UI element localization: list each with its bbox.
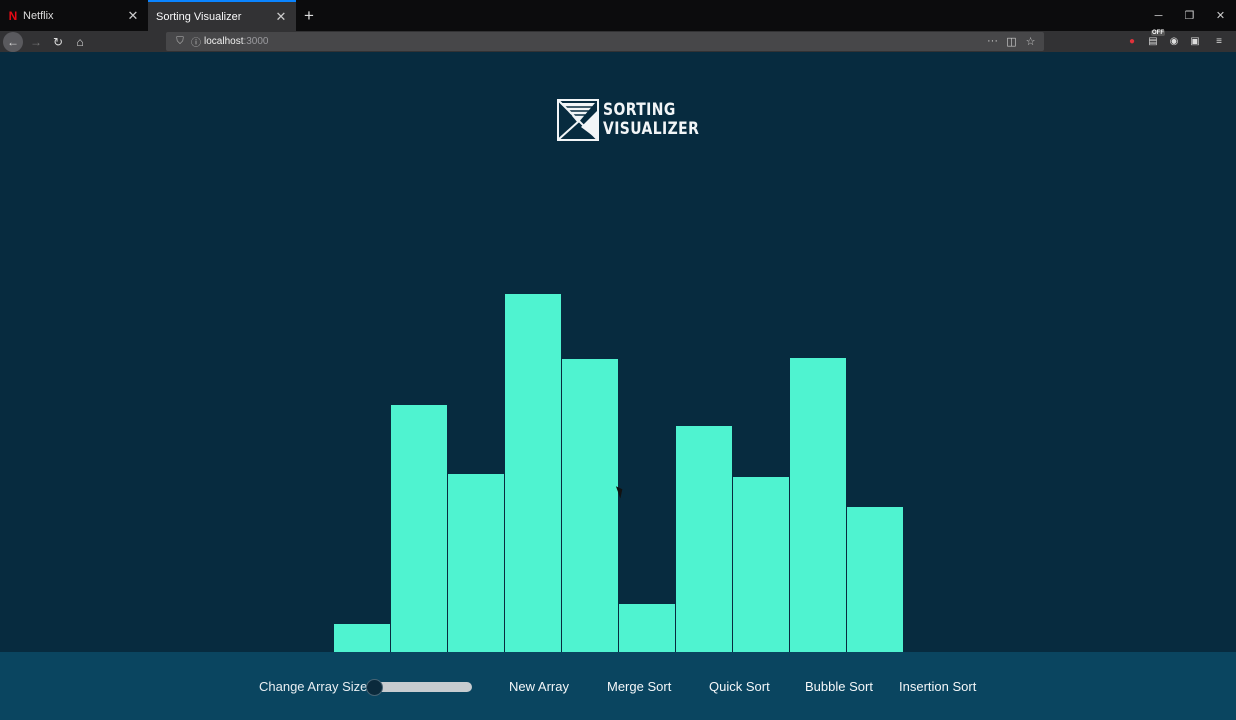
netflix-favicon-icon: N: [8, 8, 18, 23]
array-size-label: Change Array Size:: [259, 679, 372, 694]
close-tab-icon[interactable]: ✕: [274, 9, 288, 25]
quick-sort-button[interactable]: Quick Sort: [709, 679, 770, 694]
array-bar: [448, 474, 504, 652]
merge-sort-button[interactable]: Merge Sort: [607, 679, 671, 694]
array-bar: [790, 358, 846, 652]
tab-title: Netflix: [23, 9, 54, 22]
array-bar: [505, 294, 561, 652]
insertion-sort-button[interactable]: Insertion Sort: [899, 679, 976, 694]
account-icon[interactable]: ◉: [1166, 34, 1182, 50]
array-bar: [391, 405, 447, 652]
restore-icon[interactable]: ❐: [1174, 0, 1205, 31]
array-bar: [733, 477, 789, 652]
new-tab-icon[interactable]: +: [296, 0, 322, 31]
minimize-icon[interactable]: ─: [1143, 0, 1174, 31]
close-window-icon[interactable]: ✕: [1205, 0, 1236, 31]
array-bars: [0, 52, 1236, 652]
array-size-slider[interactable]: [366, 679, 472, 696]
bookmark-star-icon[interactable]: ☆: [1023, 35, 1038, 48]
tab-title: Sorting Visualizer: [156, 10, 242, 23]
pocket-icon[interactable]: ◫: [1004, 35, 1019, 48]
extension-basket-icon[interactable]: ▤ OFF: [1145, 29, 1165, 50]
info-icon[interactable]: ⓘ: [188, 34, 204, 49]
tab-sorting-visualizer[interactable]: Sorting Visualizer ✕: [148, 0, 296, 31]
tab-netflix[interactable]: N Netflix ✕: [0, 0, 148, 31]
controls-bar: Change Array Size: New Array Merge Sort …: [0, 652, 1236, 720]
array-bar: [334, 624, 390, 652]
page-content: SORTING VISUALIZER Change Array Size: Ne…: [0, 52, 1236, 720]
array-bar: [619, 604, 675, 652]
slider-track[interactable]: [372, 682, 472, 692]
url-host: localhost: [204, 36, 244, 47]
page-actions-icon[interactable]: ···: [985, 35, 1000, 48]
url-bar[interactable]: ⛉ ⓘ localhost:3000 ··· ◫ ☆: [166, 32, 1044, 51]
new-array-button[interactable]: New Array: [509, 679, 569, 694]
close-tab-icon[interactable]: ✕: [126, 8, 140, 24]
array-bar: [676, 426, 732, 652]
home-icon[interactable]: ⌂: [69, 32, 91, 51]
toolbar-extensions: ● ▤ OFF ◉ ▣ ≡: [1124, 29, 1236, 52]
array-bar: [847, 507, 903, 652]
url-port: :3000: [243, 36, 269, 47]
navigation-bar: ← → ↻ ⌂ ⛉ ⓘ localhost:3000 ··· ◫ ☆ ● ▤ OF…: [0, 29, 1236, 52]
tab-bar: N Netflix ✕ Sorting Visualizer ✕ + ─ ❐ ✕: [0, 0, 1236, 31]
slider-thumb[interactable]: [366, 679, 383, 696]
extension-badge: OFF: [1151, 29, 1165, 36]
shield-icon[interactable]: ⛉: [172, 36, 188, 47]
array-bar: [562, 359, 618, 652]
forward-arrow-icon[interactable]: →: [25, 32, 47, 51]
window-controls: ─ ❐ ✕: [1143, 0, 1236, 31]
bubble-sort-button[interactable]: Bubble Sort: [805, 679, 873, 694]
menu-icon[interactable]: ≡: [1208, 34, 1230, 50]
back-arrow-icon[interactable]: ←: [3, 31, 23, 52]
extension-square-icon[interactable]: ▣: [1187, 34, 1203, 50]
reload-icon[interactable]: ↻: [47, 32, 69, 51]
extension-red-icon[interactable]: ●: [1124, 34, 1140, 50]
